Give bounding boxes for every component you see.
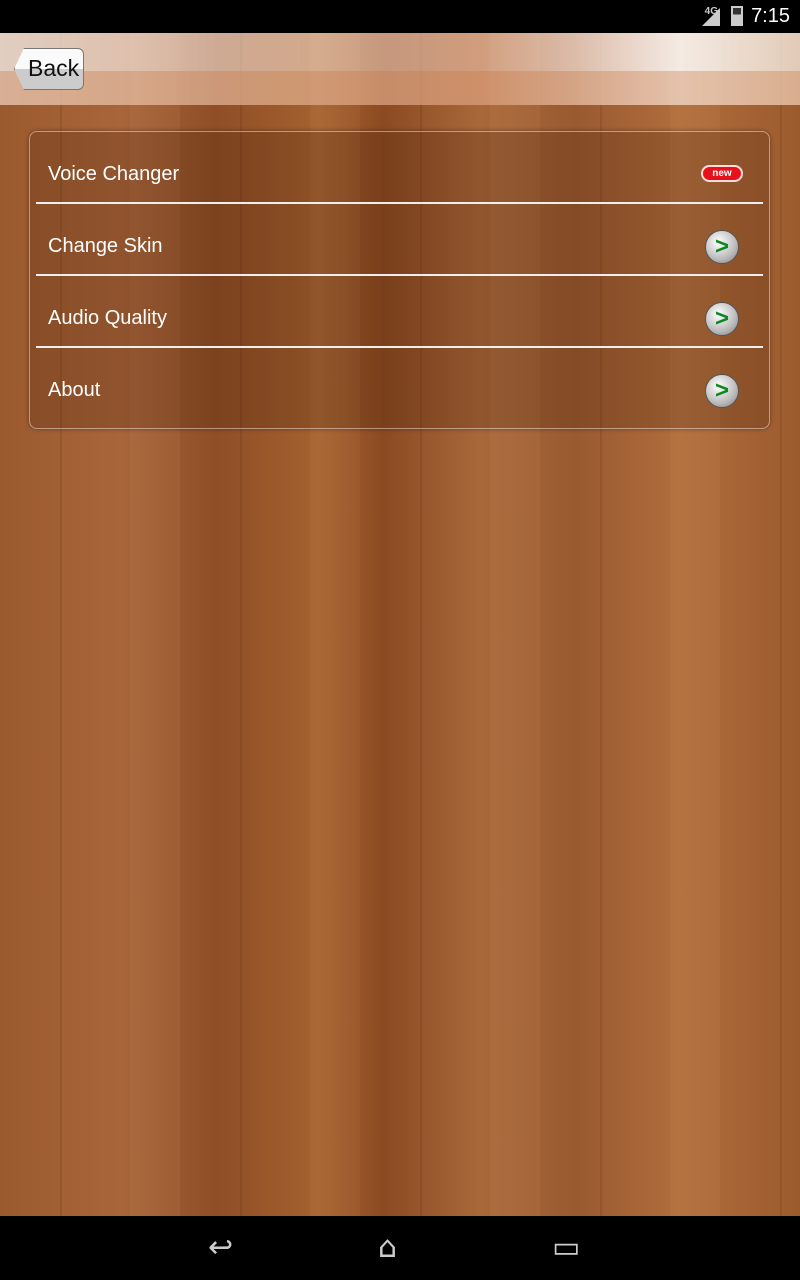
nav-home-icon[interactable]: ⌂ — [378, 1230, 397, 1265]
menu-item-label: About — [48, 379, 101, 401]
menu-item-change-skin[interactable]: Change Skin > — [30, 204, 769, 276]
nav-recents-icon[interactable]: ▭ — [552, 1230, 580, 1265]
settings-menu: Voice Changer new Change Skin > Audio Qu… — [29, 131, 770, 429]
new-badge: new — [701, 165, 743, 182]
menu-item-voice-changer[interactable]: Voice Changer new — [30, 132, 769, 204]
arrow-right-icon[interactable]: > — [705, 230, 739, 264]
battery-icon — [731, 6, 743, 26]
menu-item-label: Voice Changer — [48, 163, 180, 185]
navigation-bar: ↩ ⌂ ▭ — [0, 1216, 800, 1280]
arrow-right-icon[interactable]: > — [705, 374, 739, 408]
clock: 7:15 — [751, 5, 790, 27]
menu-item-label: Change Skin — [48, 235, 163, 257]
status-bar: 4G 7:15 — [0, 0, 800, 33]
nav-back-icon[interactable]: ↩ — [208, 1230, 233, 1265]
header: Back — [0, 33, 800, 105]
menu-item-label: Audio Quality — [48, 307, 167, 329]
menu-item-audio-quality[interactable]: Audio Quality > — [30, 276, 769, 348]
signal-icon — [702, 8, 720, 26]
menu-item-about[interactable]: About > — [30, 348, 769, 420]
arrow-right-icon[interactable]: > — [705, 302, 739, 336]
back-button[interactable]: Back — [14, 48, 84, 90]
